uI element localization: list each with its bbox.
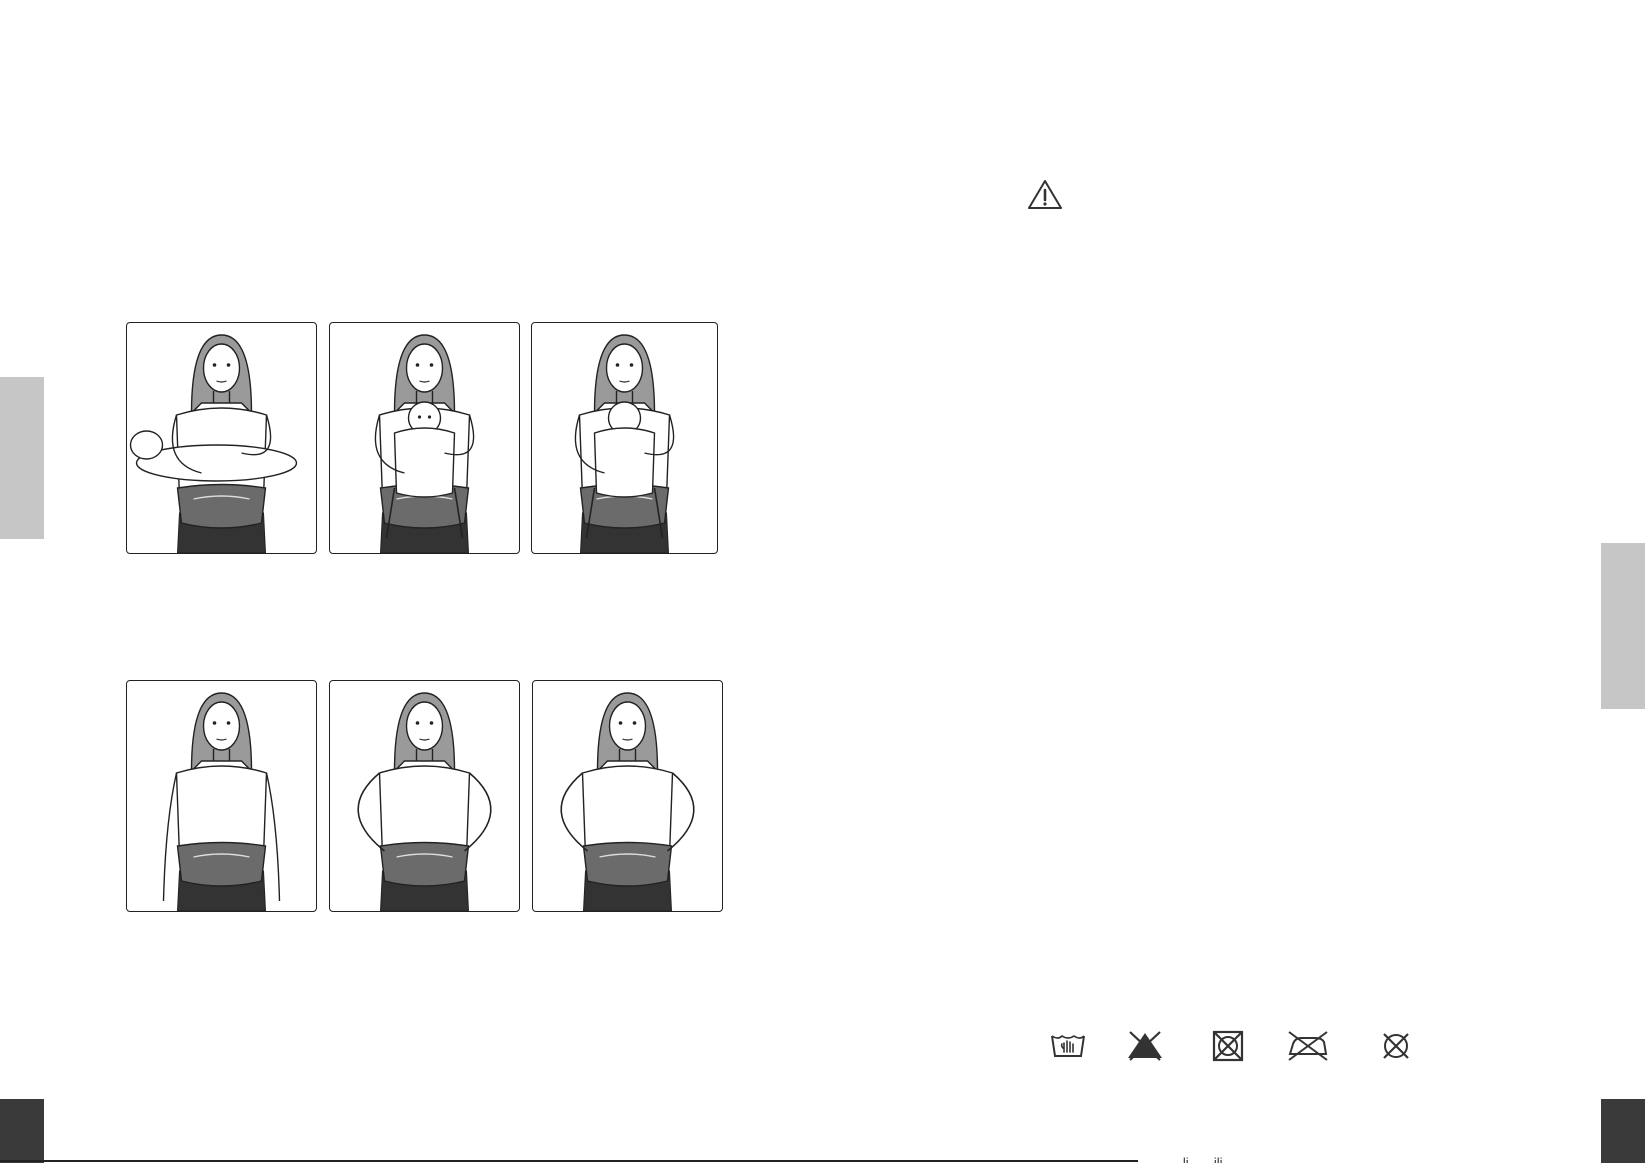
do-not-iron-icon <box>1288 1031 1328 1061</box>
carry-front-facing-in-illustration <box>531 322 718 554</box>
bottom-rule <box>0 1160 1138 1162</box>
left-page <box>0 0 822 1163</box>
do-not-tumble-dry-icon <box>1212 1030 1244 1062</box>
carry-hip-side-illustration <box>126 322 317 554</box>
right-section-tab <box>1601 543 1645 709</box>
warning-triangle-icon <box>1028 180 1062 209</box>
do-not-bleach-icon <box>1128 1031 1162 1061</box>
carry-front-facing-out-illustration <box>329 322 520 554</box>
belt-fastened-illustration <box>126 680 317 912</box>
hand-wash-icon <box>1051 1034 1085 1057</box>
seat-opened-illustration <box>329 680 520 912</box>
seat-adjusted-illustration <box>532 680 723 912</box>
footer-text: ...li... ...ili... <box>1172 1156 1233 1163</box>
left-corner-marker <box>0 1099 44 1163</box>
right-corner-marker <box>1601 1099 1645 1163</box>
right-page <box>822 0 1645 1163</box>
do-not-dry-clean-icon <box>1383 1033 1409 1059</box>
left-section-tab <box>0 377 44 539</box>
